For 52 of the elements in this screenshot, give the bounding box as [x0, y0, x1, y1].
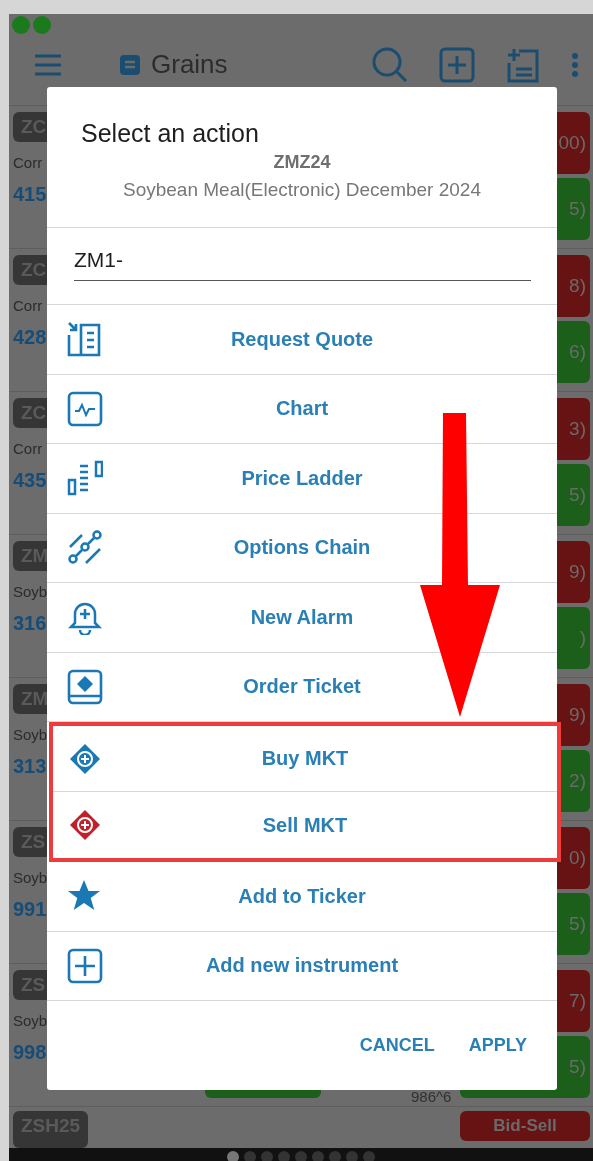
add-icon[interactable]	[439, 46, 475, 83]
instrument-name: Soyb	[13, 869, 48, 886]
instrument-name: Corr	[13, 154, 43, 171]
price-text: 415	[13, 183, 47, 206]
price-text: 991	[13, 898, 47, 921]
action-item[interactable]: Buy MKT	[53, 726, 557, 792]
ladder-icon	[67, 460, 103, 497]
chart-icon	[67, 390, 103, 427]
page-dot[interactable]	[295, 1151, 307, 1161]
instrument-symbol: ZMZ24	[272, 152, 332, 173]
price-text: 316	[13, 612, 47, 635]
action-item[interactable]: Sell MKT	[53, 792, 557, 858]
quote-icon	[67, 321, 103, 358]
sell-diamond-icon	[69, 809, 101, 841]
more-icon[interactable]	[571, 51, 579, 78]
page-dot[interactable]	[363, 1151, 375, 1161]
ticket-icon	[67, 668, 103, 705]
status-dots-icon	[11, 15, 53, 35]
list-icon	[119, 53, 141, 76]
add-list-icon[interactable]	[505, 46, 541, 83]
page-dot[interactable]	[261, 1151, 273, 1161]
page-dot[interactable]	[346, 1151, 358, 1161]
instrument-name: Soyb	[13, 583, 48, 600]
instrument-name: Soyb	[13, 1012, 48, 1029]
page-title: Grains	[151, 49, 228, 80]
add-box-icon	[67, 947, 103, 984]
buy-diamond-icon	[69, 742, 101, 775]
bid-sell-button[interactable]: Bid-Sell	[460, 1111, 590, 1141]
instrument-name: Corr	[13, 297, 43, 314]
action-item[interactable]: Add new instrument	[47, 931, 557, 1001]
dialog-button[interactable]: CANCEL	[349, 1027, 445, 1064]
price-text: 998	[13, 1041, 47, 1064]
page-dot[interactable]	[329, 1151, 341, 1161]
page-dot[interactable]	[227, 1151, 239, 1161]
dialog-button[interactable]: APPLY	[458, 1027, 537, 1064]
dialog-title: Select an action	[81, 119, 260, 148]
search-icon[interactable]	[371, 45, 409, 84]
price-text: 428	[13, 326, 47, 349]
price-text: 435	[13, 469, 47, 492]
action-item[interactable]: Request Quote	[47, 305, 557, 375]
page-dot[interactable]	[244, 1151, 256, 1161]
options-chain-icon	[67, 529, 103, 566]
instrument-name: Corr	[13, 440, 43, 457]
instrument-description: Soybean Meal(Electronic) December 2024	[122, 179, 482, 201]
symbol-input[interactable]: ZM1-	[74, 248, 531, 281]
menu-icon[interactable]	[33, 52, 63, 77]
instrument-name: Soyb	[13, 726, 48, 743]
low-price: 986^6	[411, 1088, 452, 1105]
action-item[interactable]: Add to Ticker	[47, 862, 557, 932]
price-text: 313	[13, 755, 47, 778]
page-dot[interactable]	[278, 1151, 290, 1161]
page-dot[interactable]	[312, 1151, 324, 1161]
